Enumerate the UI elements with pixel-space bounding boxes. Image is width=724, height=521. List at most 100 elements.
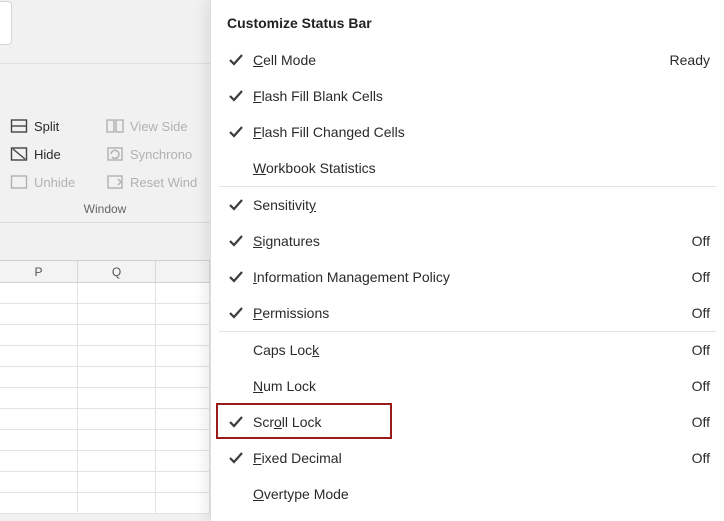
ribbon-separator bbox=[0, 63, 210, 64]
customize-status-bar-menu: Customize Status Bar Cell Mode Ready Flash… bbox=[210, 0, 724, 521]
menu-item-value: Off bbox=[692, 414, 710, 430]
resetwin-icon bbox=[106, 173, 124, 191]
statusbar-option-permissions[interactable]: Permissions Off bbox=[211, 295, 724, 331]
cell[interactable] bbox=[78, 346, 156, 367]
cell[interactable] bbox=[0, 346, 78, 367]
cell[interactable] bbox=[156, 283, 210, 304]
checkmark-icon bbox=[227, 485, 245, 503]
statusbar-option-flash-fill-blank-cells[interactable]: Flash Fill Blank Cells bbox=[211, 78, 724, 114]
unhide-icon bbox=[10, 173, 28, 191]
spreadsheet-grid[interactable]: PQ bbox=[0, 260, 210, 514]
cell[interactable] bbox=[0, 451, 78, 472]
menu-item-label: Permissions bbox=[253, 305, 329, 321]
cell[interactable] bbox=[0, 493, 78, 514]
cell[interactable] bbox=[156, 472, 210, 493]
viewside-button: View Side bbox=[104, 112, 214, 140]
statusbar-option-scroll-lock[interactable]: Scroll LockOff bbox=[211, 404, 724, 440]
cell[interactable] bbox=[78, 409, 156, 430]
checkmark-icon bbox=[227, 413, 245, 431]
cell[interactable] bbox=[0, 388, 78, 409]
ribbon-button-label: Reset Wind bbox=[130, 175, 197, 190]
statusbar-option-information-management-policy[interactable]: Information Management PolicyOff bbox=[211, 259, 724, 295]
ribbon-group-label: Window bbox=[0, 202, 210, 216]
unhide-button: Unhide bbox=[8, 168, 96, 196]
menu-item-value: Off bbox=[692, 378, 710, 394]
menu-item-value: Off bbox=[692, 450, 710, 466]
menu-item-label: Flash Fill Changed Cells bbox=[253, 124, 405, 140]
cell[interactable] bbox=[78, 388, 156, 409]
hide-button[interactable]: Hide bbox=[8, 140, 96, 168]
statusbar-option-fixed-decimal[interactable]: Fixed DecimalOff bbox=[211, 440, 724, 476]
statusbar-option-signatures[interactable]: Signatures Off bbox=[211, 223, 724, 259]
menu-item-label: Sensitivity bbox=[253, 197, 316, 213]
viewside-icon bbox=[106, 117, 124, 135]
cell[interactable] bbox=[78, 451, 156, 472]
sync-icon bbox=[106, 145, 124, 163]
split-button[interactable]: Split bbox=[8, 112, 96, 140]
ribbon-group-separator bbox=[0, 222, 210, 223]
menu-title: Customize Status Bar bbox=[227, 15, 372, 31]
cell[interactable] bbox=[78, 304, 156, 325]
menu-item-label: Caps Lock bbox=[253, 342, 319, 358]
column-header[interactable]: Q bbox=[78, 261, 156, 283]
statusbar-option-cell-mode[interactable]: Cell Mode Ready bbox=[211, 42, 724, 78]
menu-item-label: Overtype Mode bbox=[253, 486, 349, 502]
cell[interactable] bbox=[156, 430, 210, 451]
cell[interactable] bbox=[0, 472, 78, 493]
hide-icon bbox=[10, 145, 28, 163]
menu-item-label: Flash Fill Blank Cells bbox=[253, 88, 383, 104]
cell[interactable] bbox=[0, 283, 78, 304]
menu-item-value: Off bbox=[692, 305, 710, 321]
checkmark-icon bbox=[227, 377, 245, 395]
cell[interactable] bbox=[156, 367, 210, 388]
checkmark-icon bbox=[227, 304, 245, 322]
cell[interactable] bbox=[156, 325, 210, 346]
column-header-row: PQ bbox=[0, 261, 210, 283]
menu-item-label: Cell Mode bbox=[253, 52, 316, 68]
checkmark-icon bbox=[227, 232, 245, 250]
cell[interactable] bbox=[78, 430, 156, 451]
cell[interactable] bbox=[156, 409, 210, 430]
cell[interactable] bbox=[78, 367, 156, 388]
statusbar-option-flash-fill-changed-cells[interactable]: Flash Fill Changed Cells bbox=[211, 114, 724, 150]
menu-item-value: Off bbox=[692, 233, 710, 249]
ribbon-button-label: Unhide bbox=[34, 175, 75, 190]
statusbar-option-num-lock[interactable]: Num LockOff bbox=[211, 368, 724, 404]
checkmark-icon bbox=[227, 87, 245, 105]
checkmark-icon bbox=[227, 449, 245, 467]
statusbar-option-caps-lock[interactable]: Caps Lock Off bbox=[211, 332, 724, 368]
cell[interactable] bbox=[0, 430, 78, 451]
cell[interactable] bbox=[156, 451, 210, 472]
statusbar-option-workbook-statistics[interactable]: Workbook Statistics bbox=[211, 150, 724, 186]
cell[interactable] bbox=[78, 472, 156, 493]
cell[interactable] bbox=[78, 283, 156, 304]
column-header[interactable]: P bbox=[0, 261, 78, 283]
ribbon-button-label: Split bbox=[34, 119, 59, 134]
split-icon bbox=[10, 117, 28, 135]
checkmark-icon bbox=[227, 341, 245, 359]
ribbon-button-label: Synchrono bbox=[130, 147, 192, 162]
menu-item-value: Ready bbox=[670, 52, 710, 68]
sync-button: Synchrono bbox=[104, 140, 214, 168]
cell[interactable] bbox=[78, 325, 156, 346]
cell[interactable] bbox=[78, 493, 156, 514]
cell[interactable] bbox=[0, 367, 78, 388]
checkmark-icon bbox=[227, 123, 245, 141]
cell[interactable] bbox=[156, 304, 210, 325]
statusbar-option-overtype-mode[interactable]: Overtype Mode bbox=[211, 476, 724, 512]
resetwin-button: Reset Wind bbox=[104, 168, 214, 196]
cell[interactable] bbox=[156, 346, 210, 367]
statusbar-option-sensitivity[interactable]: Sensitivity bbox=[211, 187, 724, 223]
cell[interactable] bbox=[0, 325, 78, 346]
menu-item-value: Off bbox=[692, 342, 710, 358]
cell[interactable] bbox=[156, 493, 210, 514]
cell[interactable] bbox=[156, 388, 210, 409]
checkmark-icon bbox=[227, 51, 245, 69]
menu-item-label: Signatures bbox=[253, 233, 320, 249]
ribbon-large-button[interactable] bbox=[0, 1, 12, 45]
ribbon-window-col-right: View Side Synchrono Reset Wind bbox=[104, 112, 214, 196]
cell[interactable] bbox=[0, 409, 78, 430]
ribbon-window-col-left: Split Hide Unhide bbox=[8, 112, 96, 196]
column-header[interactable] bbox=[156, 261, 210, 283]
cell[interactable] bbox=[0, 304, 78, 325]
